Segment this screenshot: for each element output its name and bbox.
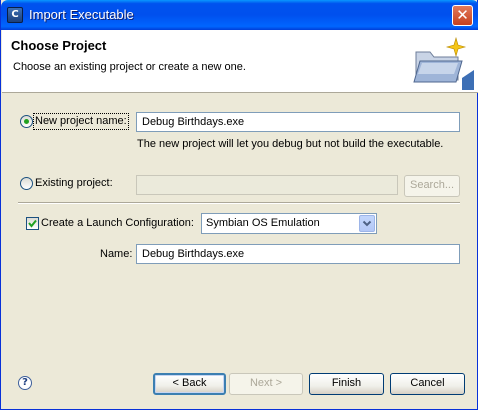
next-button[interactable]: Next > (229, 373, 303, 395)
dropdown-arrow-button[interactable] (359, 215, 375, 232)
launch-config-checkbox[interactable] (26, 217, 39, 230)
wizard-header: Choose Project Choose an existing projec… (2, 30, 478, 93)
launch-config-select[interactable]: Symbian OS Emulation (201, 213, 377, 234)
page-title: Choose Project (11, 38, 107, 53)
new-project-hint: The new project will let you debug but n… (137, 138, 444, 150)
help-icon[interactable]: ? (18, 376, 32, 390)
import-executable-dialog: C Import Executable ✕ Choose Project Cho… (0, 0, 478, 410)
chevron-down-icon (362, 220, 372, 227)
back-button[interactable]: < Back (153, 373, 226, 395)
finish-button[interactable]: Finish (309, 373, 384, 395)
title-bar[interactable]: C Import Executable ✕ (1, 0, 478, 30)
section-separator (18, 202, 460, 204)
new-project-radio[interactable] (20, 115, 33, 128)
launch-config-selected-value: Symbian OS Emulation (206, 217, 320, 229)
launch-name-input[interactable]: Debug Birthdays.exe (136, 244, 460, 264)
new-project-label[interactable]: New project name: (35, 115, 127, 127)
close-button[interactable]: ✕ (452, 5, 473, 26)
window-title: Import Executable (29, 7, 134, 22)
app-icon: C (7, 7, 23, 23)
existing-project-radio[interactable] (20, 177, 33, 190)
page-description: Choose an existing project or create a n… (13, 61, 246, 73)
checkmark-icon (28, 219, 37, 228)
folder-sparkle-icon (400, 30, 478, 92)
search-button[interactable]: Search... (404, 175, 460, 197)
existing-project-input[interactable] (136, 175, 398, 195)
launch-name-label: Name: (100, 248, 133, 260)
existing-project-label[interactable]: Existing project: (35, 177, 113, 189)
cancel-button[interactable]: Cancel (390, 373, 465, 395)
new-project-name-input[interactable]: Debug Birthdays.exe (136, 112, 460, 132)
launch-config-label[interactable]: Create a Launch Configuration: (41, 217, 194, 229)
